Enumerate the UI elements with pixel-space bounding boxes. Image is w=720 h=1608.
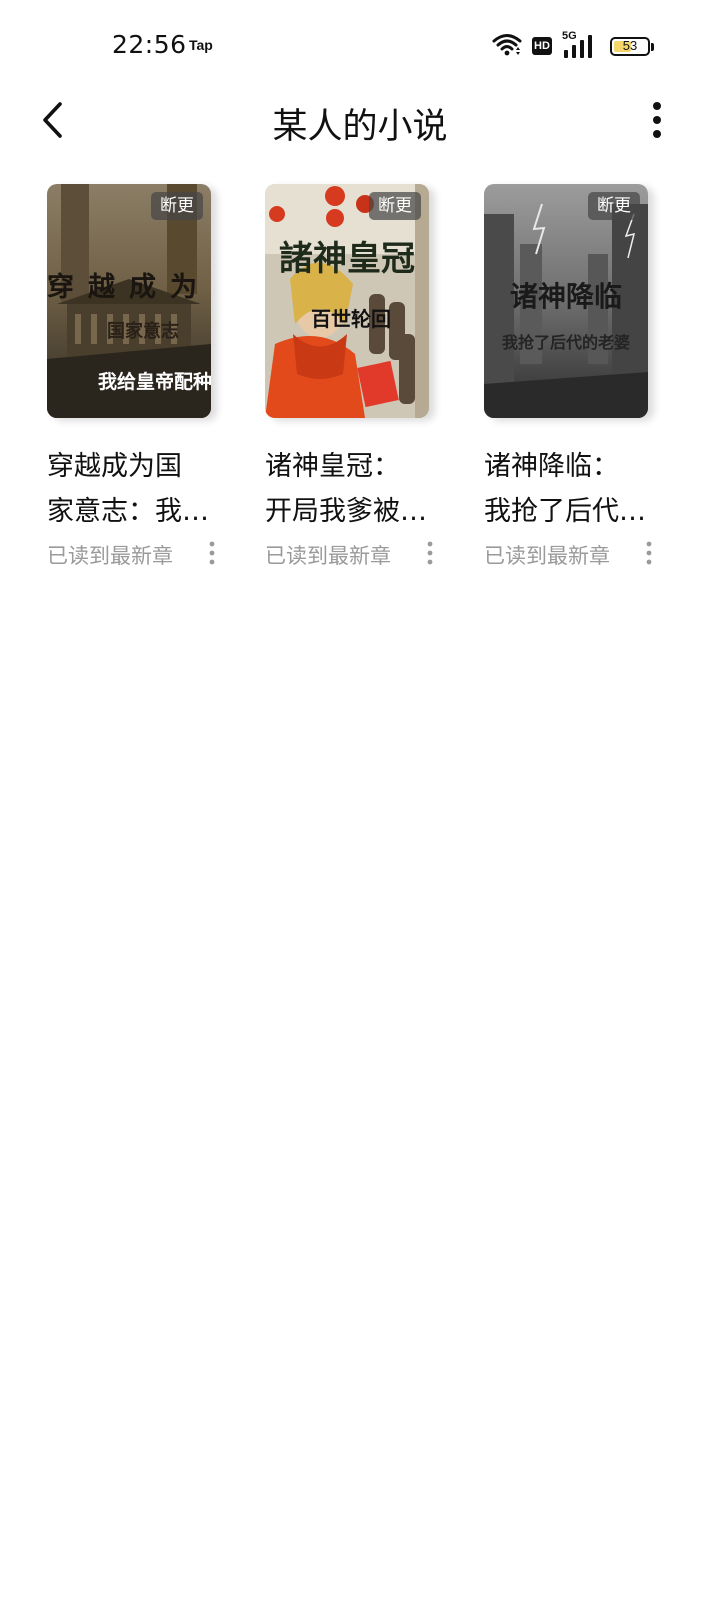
network-type: 5G (562, 30, 577, 42)
book-title[interactable]: 诸神皇冠： 开局我爹被… (265, 444, 437, 534)
battery-level: 53 (622, 37, 638, 53)
wifi-icon (492, 32, 522, 60)
battery-icon: 53 (610, 36, 654, 56)
item-more-button[interactable] (205, 538, 219, 568)
cover-sub-text: 百世轮回 (311, 307, 391, 331)
hd-icon: HD (532, 37, 552, 55)
book-cover[interactable]: 诸神降临 我抢了后代的老婆 断更 (484, 184, 648, 418)
book-title[interactable]: 诸神降临： 我抢了后代… (484, 444, 656, 534)
vertical-dots-icon (209, 541, 215, 565)
more-options-button[interactable] (642, 96, 672, 144)
cover-main-text: 诸神降临 (510, 280, 622, 313)
book-meta: 已读到最新章 (47, 538, 219, 570)
status-badge: 断更 (151, 192, 203, 220)
vertical-dots-icon (653, 102, 661, 138)
page-title: 某人的小说 (272, 107, 448, 147)
app-indicator: Tap (189, 37, 213, 53)
cover-main-text: 諸神皇冠 (279, 239, 415, 279)
status-time: 22:56 (112, 30, 187, 59)
reading-progress: 已读到最新章 (47, 544, 173, 568)
cover-sub-text: 国家意志 (107, 320, 179, 342)
cover-sub-text: 我抢了后代的老婆 (502, 333, 630, 352)
cover-main-text: 穿越成为 (47, 271, 211, 303)
status-badge: 断更 (369, 192, 421, 220)
vertical-dots-icon (646, 541, 652, 565)
reading-progress: 已读到最新章 (265, 544, 391, 568)
book-cover[interactable]: 穿越成为 国家意志 我给皇帝配种 断更 (47, 184, 211, 418)
vertical-dots-icon (427, 541, 433, 565)
status-badge: 断更 (588, 192, 640, 220)
signal-5g-icon: 5G (562, 30, 594, 58)
app-header: 某人的小说 (0, 92, 720, 148)
item-more-button[interactable] (642, 538, 656, 568)
status-bar: 22:56 Tap HD 5G 53 (0, 0, 720, 92)
book-card[interactable]: 諸神皇冠 百世轮回 断更 诸神皇冠： 开局我爹被… 已读到最新章 (265, 184, 449, 570)
book-card[interactable]: 穿越成为 国家意志 我给皇帝配种 断更 穿越成为国 家意志：我… 已读到最新章 (47, 184, 231, 570)
cover-bottom-text: 我给皇帝配种 (98, 370, 211, 393)
book-title[interactable]: 穿越成为国 家意志：我… (47, 444, 219, 534)
book-card[interactable]: 诸神降临 我抢了后代的老婆 断更 诸神降临： 我抢了后代… 已读到最新章 (484, 184, 668, 570)
book-meta: 已读到最新章 (265, 538, 437, 570)
book-meta: 已读到最新章 (484, 538, 656, 570)
status-icons: HD 5G 53 (492, 30, 654, 60)
book-cover[interactable]: 諸神皇冠 百世轮回 断更 (265, 184, 429, 418)
item-more-button[interactable] (423, 538, 437, 568)
reading-progress: 已读到最新章 (484, 544, 610, 568)
